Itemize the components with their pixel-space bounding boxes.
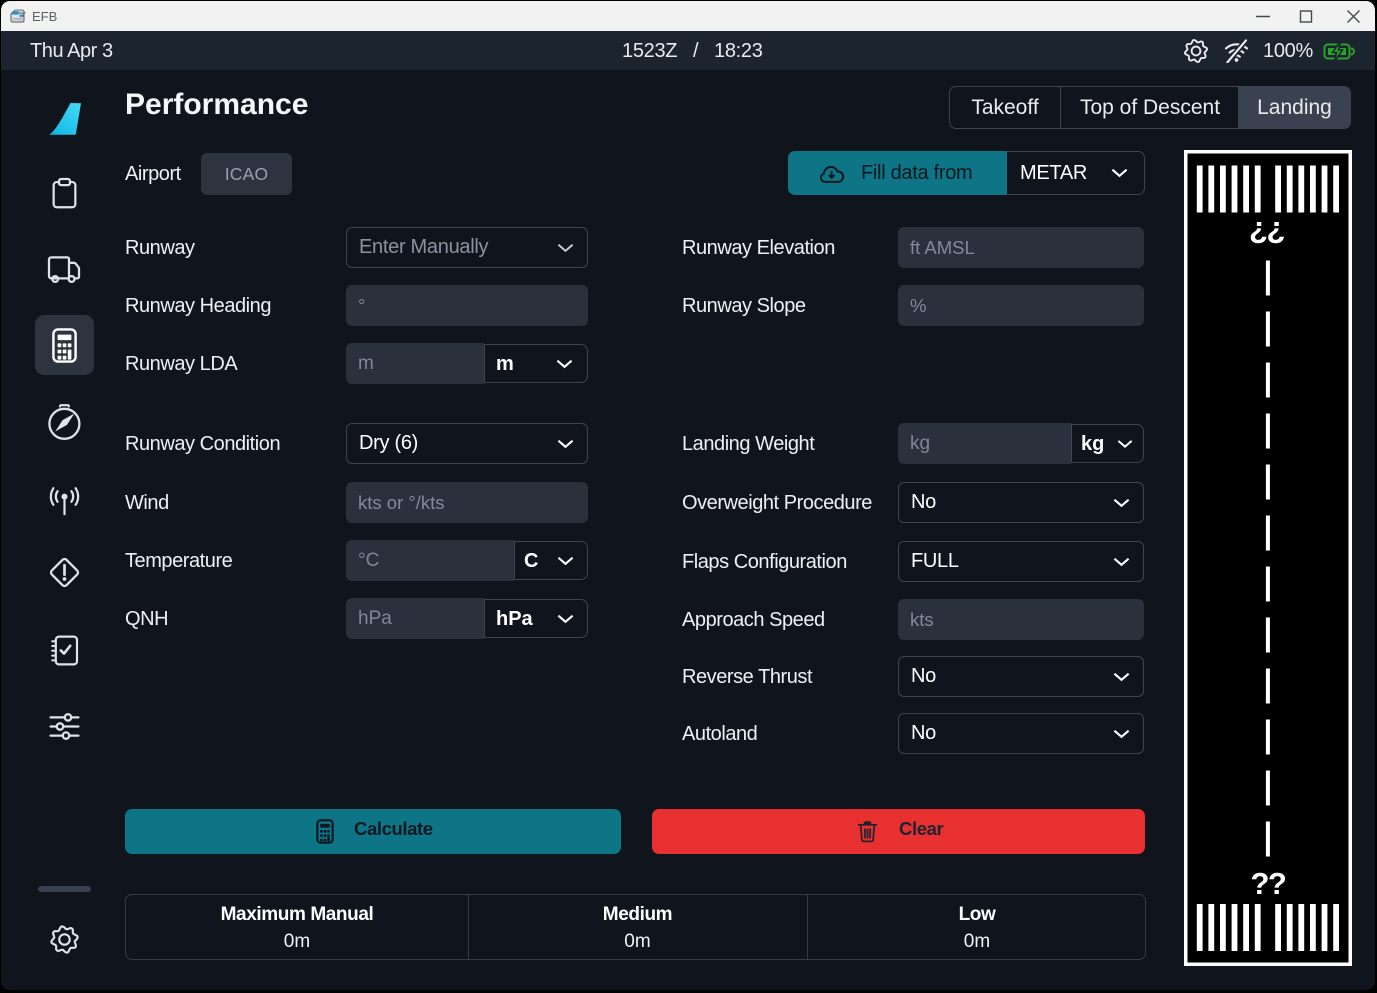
svg-text:??: ?? <box>1250 215 1285 250</box>
svg-text:??: ?? <box>1250 866 1285 901</box>
